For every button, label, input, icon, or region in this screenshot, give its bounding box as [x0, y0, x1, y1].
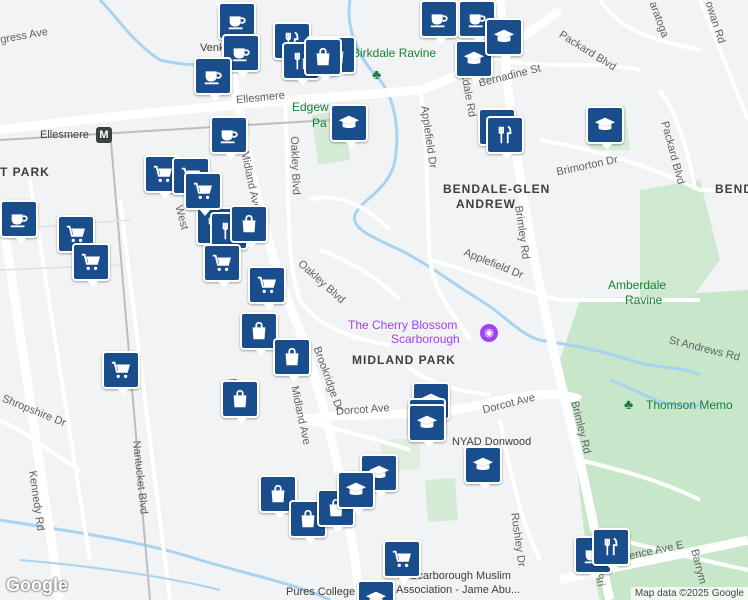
- camera-icon[interactable]: ◉: [480, 324, 498, 342]
- school-icon: [345, 479, 367, 501]
- park-label-edgewood-2[interactable]: Pa: [312, 116, 327, 130]
- coffee-icon: [202, 65, 224, 87]
- shopping-bag-icon: [281, 346, 303, 368]
- school-icon: [594, 114, 616, 136]
- school-marker[interactable]: [330, 104, 368, 148]
- neighbourhood-label-t-park: T PARK: [0, 165, 50, 179]
- neighbourhood-label-bendale-glen: BENDALE-GLEN: [443, 182, 551, 196]
- poi-label-muslim-assoc-2[interactable]: Association - Jame Abu...: [396, 584, 520, 596]
- shopping-cart-icon: [80, 251, 102, 273]
- coffee-icon: [218, 124, 240, 146]
- neighbourhood-label-bendale-right: BENDA: [715, 182, 748, 196]
- restaurant-icon: [494, 124, 516, 146]
- school-icon: [493, 26, 515, 48]
- street-label-oakley-upper: Oakley Blvd: [288, 136, 303, 196]
- school-marker[interactable]: [337, 471, 375, 515]
- school-icon: [463, 48, 485, 70]
- poi-label-pures-college[interactable]: Pures College: [286, 586, 355, 598]
- google-logo[interactable]: Google: [6, 575, 68, 596]
- park-label-amberdale[interactable]: Amberdale: [608, 278, 666, 292]
- shopping-marker[interactable]: [273, 338, 311, 382]
- shopping-cart-icon: [65, 223, 87, 245]
- park-label-birkdale[interactable]: Birkdale Ravine: [352, 46, 436, 60]
- shopping-cart-icon: [391, 548, 413, 570]
- shopping-bag-icon: [267, 483, 289, 505]
- park-icon-birkdale[interactable]: ♣: [372, 66, 381, 82]
- poi-label-muslim-assoc[interactable]: Scarborough Muslim: [410, 570, 511, 582]
- map-copyright: Map data ©2025 Google: [630, 587, 748, 600]
- restaurant-marker[interactable]: [592, 528, 630, 572]
- neighbourhood-label-midland-park: MIDLAND PARK: [352, 353, 456, 367]
- grocery-marker[interactable]: [383, 540, 421, 584]
- restaurant-icon: [600, 536, 622, 558]
- park-label-amberdale-2[interactable]: Ravine: [625, 293, 662, 307]
- coffee-marker[interactable]: [420, 0, 458, 44]
- school-marker[interactable]: [408, 404, 446, 448]
- shopping-cart-icon: [192, 180, 214, 202]
- school-icon: [472, 454, 494, 476]
- shopping-marker[interactable]: [221, 380, 259, 424]
- school-marker[interactable]: [586, 106, 624, 150]
- park-label-edgewood[interactable]: Edgew: [292, 100, 329, 114]
- school-icon: [338, 112, 360, 134]
- park-label-thomson[interactable]: Thomson Memo: [646, 398, 733, 412]
- grocery-marker[interactable]: [72, 243, 110, 287]
- grocery-marker[interactable]: [102, 351, 140, 395]
- grocery-marker[interactable]: [248, 266, 286, 310]
- school-marker[interactable]: [485, 18, 523, 62]
- grocery-marker[interactable]: [203, 244, 241, 288]
- coffee-marker[interactable]: [194, 57, 232, 101]
- shopping-bag-icon: [312, 46, 334, 68]
- shopping-cart-icon: [152, 163, 174, 185]
- grocery-marker[interactable]: [184, 172, 222, 216]
- shopping-cart-icon: [256, 274, 278, 296]
- school-marker[interactable]: [357, 580, 395, 600]
- coffee-marker[interactable]: [0, 200, 38, 244]
- neighbourhood-label-andrew: ANDREW: [456, 197, 516, 211]
- shopping-cart-icon: [211, 252, 233, 274]
- map-canvas[interactable]: BENDALE-GLEN ANDREW MIDLAND PARK T PARK …: [0, 0, 748, 600]
- station-label-ellesmere[interactable]: Ellesmere: [40, 129, 89, 141]
- shopping-cart-icon: [110, 359, 132, 381]
- shopping-marker[interactable]: [230, 205, 268, 249]
- coffee-icon: [226, 10, 248, 32]
- shopping-bag-icon: [238, 213, 260, 235]
- shopping-bag-icon: [229, 388, 251, 410]
- subway-station-icon[interactable]: M: [96, 127, 112, 143]
- park-icon-thomson[interactable]: ♣: [624, 396, 633, 412]
- coffee-icon: [428, 8, 450, 30]
- poi-label-cherry-blossom-2[interactable]: Scarborough: [391, 332, 460, 346]
- school-icon: [416, 412, 438, 434]
- poi-label-cherry-blossom[interactable]: The Cherry Blossom: [348, 318, 457, 332]
- school-icon: [365, 588, 387, 600]
- coffee-icon: [230, 42, 252, 64]
- restaurant-marker[interactable]: [486, 116, 524, 160]
- shopping-bag-icon: [248, 320, 270, 342]
- coffee-icon: [8, 208, 30, 230]
- shopping-marker[interactable]: [304, 38, 342, 82]
- shopping-bag-icon: [297, 508, 319, 530]
- school-marker[interactable]: [464, 446, 502, 490]
- coffee-marker[interactable]: [210, 116, 248, 160]
